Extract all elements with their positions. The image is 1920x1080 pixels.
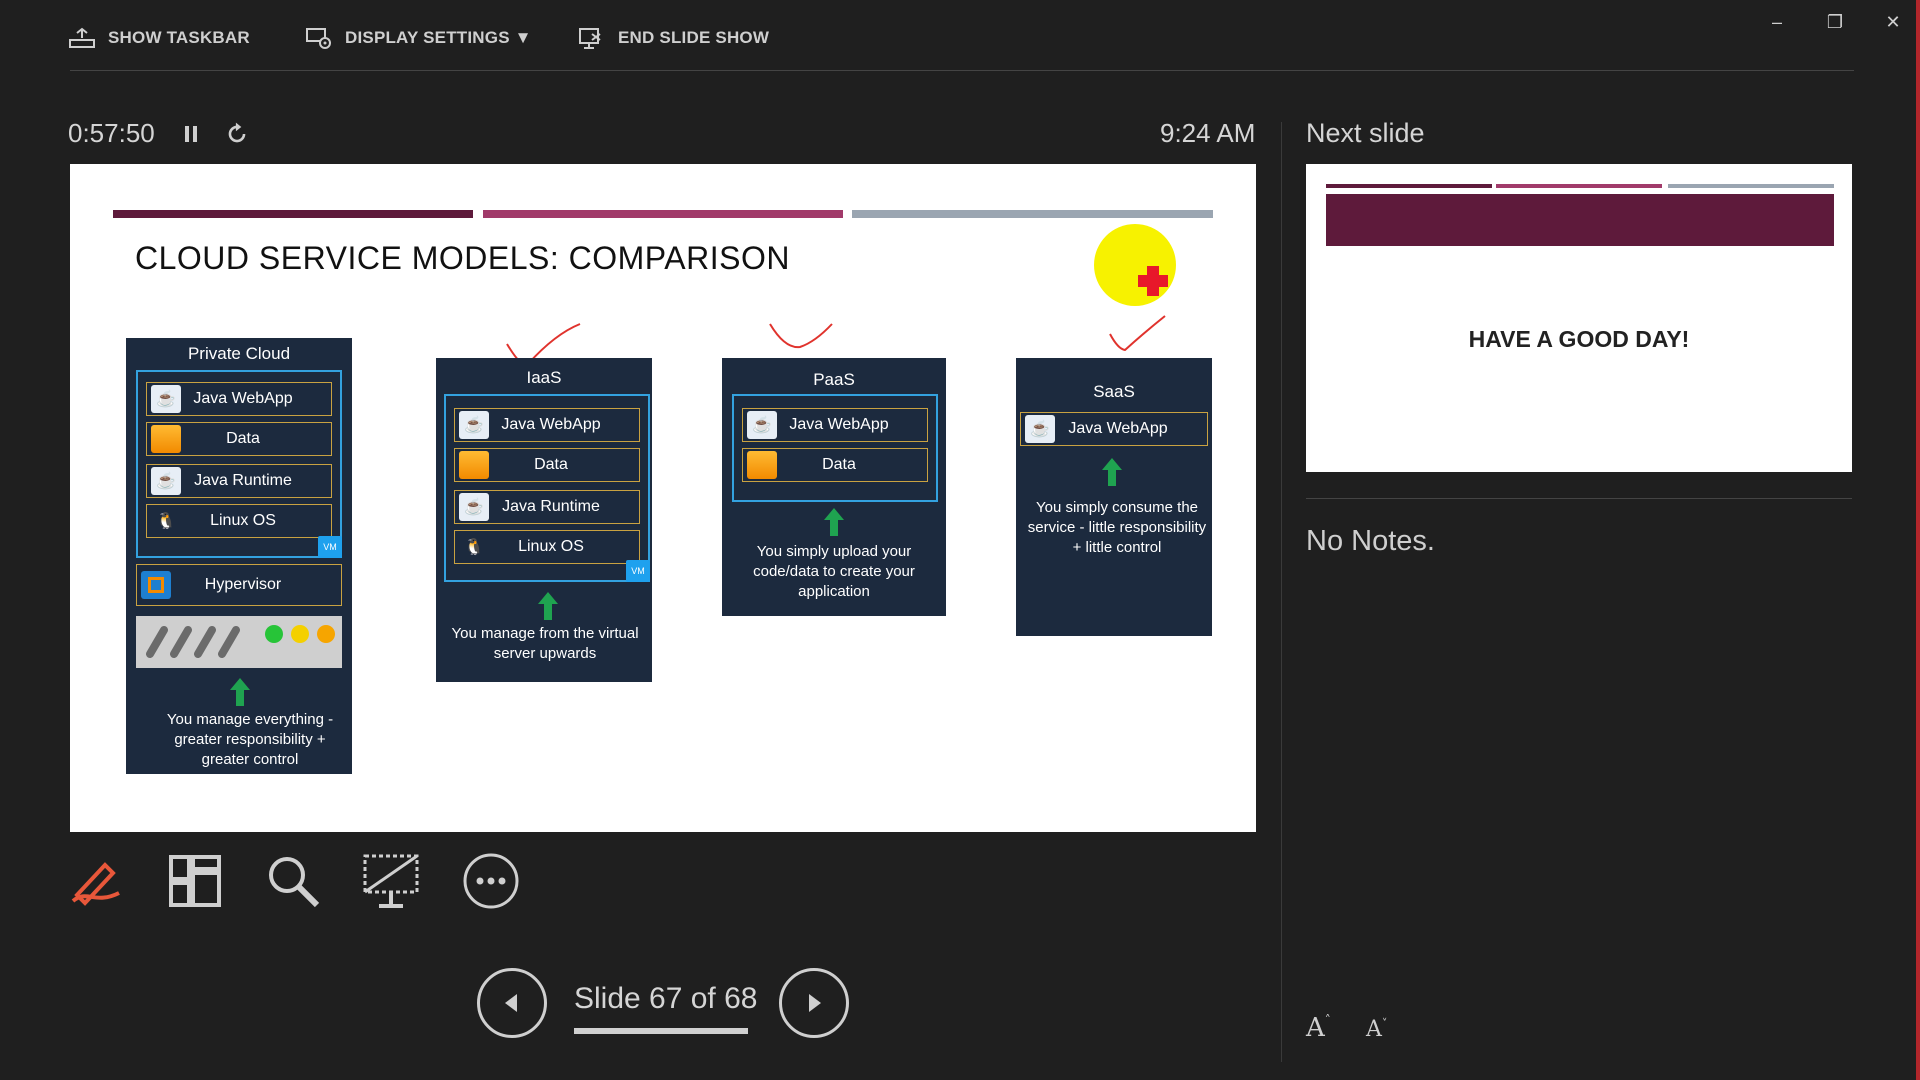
stack-row: ☕ Java Runtime: [146, 464, 332, 498]
paas-stack: ☕ Java WebApp Data: [732, 394, 938, 502]
server-hardware-icon: [136, 616, 342, 668]
pen-icon: [71, 862, 120, 906]
increase-font-button[interactable]: A˄: [1306, 1013, 1331, 1043]
end-show-icon: [579, 28, 601, 49]
more-options-icon: [463, 853, 519, 909]
private-cloud-card: Private Cloud ☕ Java WebApp Data ☕ Java Ru…: [126, 338, 352, 774]
next-slide-title: HAVE A GOOD DAY!: [1468, 326, 1690, 352]
stack-row: ☕ Java WebApp: [146, 382, 332, 416]
stack-row: ☕ Java WebApp: [454, 408, 640, 442]
java-icon: ☕: [1025, 415, 1055, 443]
vm-badge: VM: [626, 560, 650, 582]
private-cloud-stack: ☕ Java WebApp Data ☕ Java Runtime 🐧 Linux O…: [136, 370, 342, 558]
folder-icon: [747, 451, 777, 479]
stack-row: ☕ Java Runtime: [454, 490, 640, 524]
stack-row: Data: [146, 422, 332, 456]
more-options-button[interactable]: [460, 850, 522, 912]
chevron-right-icon: [809, 994, 821, 1012]
java-icon: ☕: [151, 467, 181, 495]
paas-card: PaaS ☕ Java WebApp Data You simply upload…: [722, 358, 946, 616]
stack-row: Data: [454, 448, 640, 482]
end-slide-show-button[interactable]: END SLIDE SHOW: [578, 24, 769, 52]
chevron-left-icon: [505, 994, 517, 1012]
stack-row: Data: [742, 448, 928, 482]
folder-icon: [459, 451, 489, 479]
zoom-button[interactable]: [262, 850, 324, 912]
current-slide[interactable]: CLOUD SERVICE MODELS: COMPARISON Private…: [70, 164, 1256, 832]
display-settings-button[interactable]: DISPLAY SETTINGS ▼: [305, 24, 532, 52]
next-slide-preview[interactable]: HAVE A GOOD DAY!: [1306, 164, 1852, 472]
minimize-icon[interactable]: –: [1760, 8, 1794, 36]
see-all-slides-button[interactable]: [164, 850, 226, 912]
stack-row: 🐧 Linux OS: [146, 504, 332, 538]
stack-row: ☕ Java WebApp: [1020, 412, 1208, 446]
java-icon: ☕: [747, 411, 777, 439]
slide-counter[interactable]: Slide 67 of 68: [574, 982, 757, 1016]
preview-bar-maroon: [1326, 184, 1492, 188]
saas-description: You simply consume the service - little …: [1027, 499, 1207, 556]
iaas-card: IaaS ☕ Java WebApp Data ☕ Java Runtime 🐧 Li…: [436, 358, 652, 682]
linux-penguin-icon: 🐧: [464, 539, 484, 556]
black-screen-button[interactable]: [360, 850, 422, 912]
display-settings-icon: [306, 28, 331, 49]
hypervisor-row: Hypervisor: [136, 564, 342, 606]
preview-bar-gray: [1668, 184, 1834, 188]
saas-title: SaaS: [1093, 382, 1135, 401]
decrease-font-button[interactable]: A˅: [1366, 1017, 1387, 1042]
iaas-description: You manage from the virtual server upwar…: [451, 625, 639, 662]
presentation-screen-icon: [363, 854, 419, 908]
grid-icon: [169, 855, 221, 907]
arrow-up-icon: [230, 678, 250, 706]
paas-description: You simply upload your code/data to crea…: [753, 543, 915, 600]
previous-slide-button[interactable]: [477, 968, 547, 1038]
notes-divider: [1306, 498, 1852, 499]
next-slide-button[interactable]: [779, 968, 849, 1038]
java-icon: ☕: [151, 385, 181, 413]
next-slide-label: Next slide: [1306, 118, 1425, 148]
java-icon: ☕: [459, 493, 489, 521]
preview-title-band: [1326, 194, 1834, 246]
presenter-view: SHOW TASKBAR DISPLAY SETTINGS ▼ END SLID…: [0, 0, 1920, 1080]
speaker-notes: No Notes.: [1306, 525, 1435, 557]
linux-penguin-icon: 🐧: [156, 513, 176, 530]
pause-icon[interactable]: [180, 122, 204, 146]
private-cloud-title: Private Cloud: [187, 344, 291, 363]
saas-card: SaaS ☕ Java WebApp You simply consume the…: [1016, 358, 1212, 636]
private-cloud-description: You manage everything - greater responsi…: [166, 711, 334, 768]
iaas-title: IaaS: [526, 368, 562, 387]
arrow-up-icon: [824, 508, 844, 536]
toolbar-divider: [70, 70, 1854, 71]
hypervisor-icon: [141, 571, 171, 599]
iaas-stack: ☕ Java WebApp Data ☕ Java Runtime 🐧 Linux O…: [444, 394, 650, 582]
stack-row: 🐧 Linux OS: [454, 530, 640, 564]
restore-icon[interactable]: ❐: [1818, 8, 1852, 36]
elapsed-timer: 0:57:50: [68, 118, 155, 148]
taskbar-icon: [69, 27, 95, 48]
preview-bar-pink: [1496, 184, 1662, 188]
stack-row: ☕ Java WebApp: [742, 408, 928, 442]
pane-divider: [1281, 122, 1282, 1062]
slide-progress-bar: [574, 1028, 748, 1034]
clock: 9:24 AM: [1160, 118, 1256, 148]
close-icon[interactable]: ✕: [1876, 8, 1910, 36]
show-taskbar-label: SHOW TASKBAR: [108, 28, 250, 47]
java-icon: ☕: [459, 411, 489, 439]
magnifier-icon: [269, 857, 320, 908]
arrow-up-icon: [538, 592, 558, 620]
end-slide-show-label: END SLIDE SHOW: [618, 28, 770, 47]
paas-title: PaaS: [813, 370, 855, 389]
vm-badge: VM: [318, 536, 342, 558]
restart-timer-icon[interactable]: [224, 121, 250, 147]
pen-tool-button[interactable]: [66, 850, 128, 912]
folder-icon: [151, 425, 181, 453]
display-settings-label: DISPLAY SETTINGS ▼: [345, 28, 532, 47]
arrow-up-icon: [1102, 458, 1122, 486]
show-taskbar-button[interactable]: SHOW TASKBAR: [68, 24, 250, 52]
